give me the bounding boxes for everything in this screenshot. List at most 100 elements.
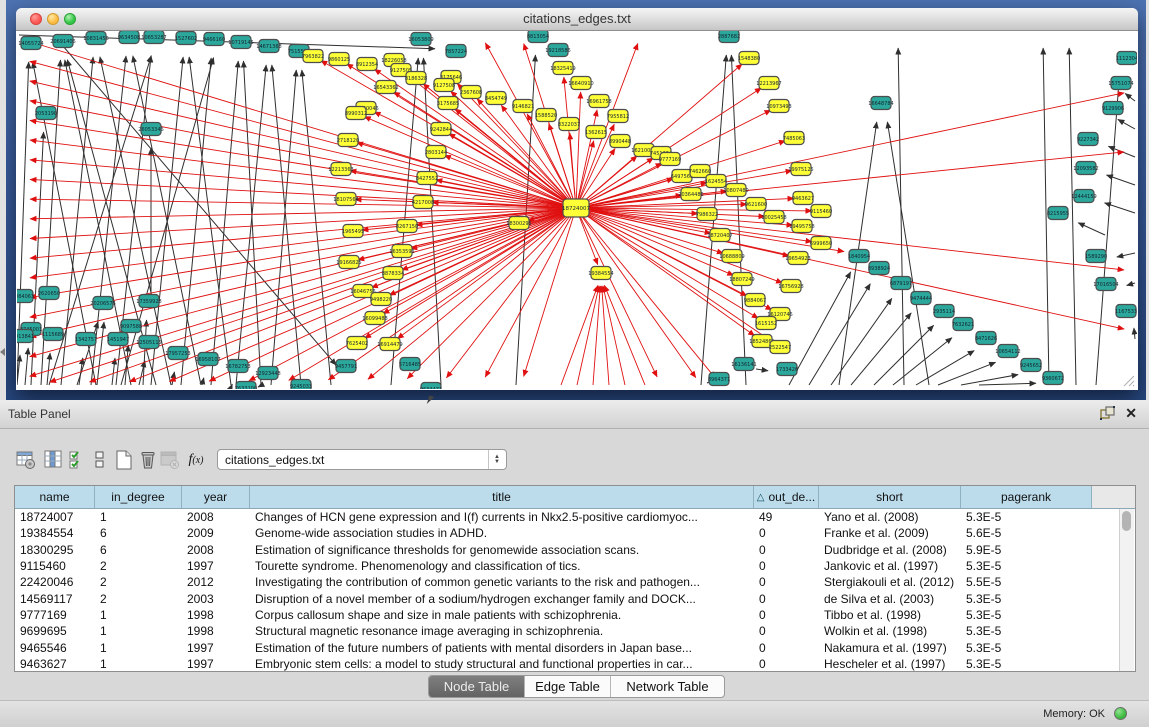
delete-table-icon[interactable] <box>158 448 182 472</box>
graph-node[interactable]: 18724007 <box>562 199 590 217</box>
graph-node[interactable]: 1167533 <box>1115 305 1137 318</box>
graph-node[interactable]: 8964371 <box>708 373 730 386</box>
graph-node[interactable]: 2718120 <box>337 134 359 147</box>
column-header-indegree[interactable]: in_degree <box>95 486 182 508</box>
graph-node[interactable]: 8267150 <box>396 220 418 233</box>
graph-node[interactable]: 2620650 <box>38 287 60 300</box>
graph-node[interactable]: 14671368 <box>256 40 281 53</box>
graph-node[interactable]: 1615152 <box>755 317 777 330</box>
graph-node[interactable]: 8990312 <box>345 107 367 120</box>
graph-node[interactable]: 9884067 <box>744 294 766 307</box>
graph-node[interactable]: 20691406 <box>50 35 75 48</box>
table-select-dropdown[interactable]: citations_edges.txt ▲▼ <box>217 449 507 470</box>
graph-node[interactable]: 16136141 <box>731 358 756 371</box>
graph-node[interactable]: 8215955 <box>1047 207 1069 220</box>
graph-node[interactable]: 16782753 <box>225 360 250 373</box>
graph-node[interactable]: 9360672 <box>1042 372 1064 385</box>
graph-node[interactable]: 1342757 <box>75 333 97 346</box>
table-settings-icon[interactable] <box>14 448 38 472</box>
function-builder-icon[interactable]: f(x) <box>184 448 208 472</box>
graph-node[interactable]: 7625402 <box>346 337 368 350</box>
table-row[interactable]: 2242004622012Investigating the contribut… <box>15 574 1135 590</box>
graph-node[interactable]: 2522547 <box>769 341 791 354</box>
window-resize-grip[interactable] <box>1121 373 1135 387</box>
table-row[interactable]: 977716911998Corpus callosum shape and si… <box>15 607 1135 623</box>
graph-node[interactable]: 9127508 <box>433 79 455 92</box>
graph-node[interactable]: 8454749 <box>485 92 507 105</box>
table-row[interactable]: 946362711997Embryonic stem cells: a mode… <box>15 656 1135 672</box>
graph-node[interactable]: 9129906 <box>1102 102 1124 115</box>
citation-graph[interactable]: 1405572420691406108314569634508106532871… <box>17 31 1137 389</box>
graph-node[interactable]: 10654112 <box>995 345 1020 358</box>
graph-node[interactable]: 12923448 <box>255 367 280 380</box>
graph-node[interactable]: 2887682 <box>718 31 740 43</box>
graph-node[interactable]: 9860125 <box>328 53 350 66</box>
graph-node[interactable]: 8938924 <box>868 262 890 275</box>
row-height-icon[interactable] <box>88 448 112 472</box>
graph-node[interactable]: 9146821 <box>512 100 534 113</box>
select-rows-icon[interactable] <box>66 448 90 472</box>
graph-node[interactable]: 12444159 <box>1071 190 1096 203</box>
graph-node[interactable]: 2935114 <box>933 305 955 318</box>
graph-node[interactable]: 19495758 <box>789 220 814 233</box>
column-header-pagerank[interactable]: pagerank <box>961 486 1092 508</box>
graph-node[interactable]: 9245652 <box>1020 359 1042 372</box>
graph-node[interactable]: 9457791 <box>335 360 357 373</box>
graph-node[interactable]: 17359928 <box>136 295 161 308</box>
graph-node[interactable]: 9621600 <box>745 198 767 211</box>
graph-node[interactable]: 7986322 <box>696 208 718 221</box>
delete-column-icon[interactable] <box>136 448 160 472</box>
graph-node[interactable]: 16640910 <box>568 77 593 90</box>
graph-node[interactable]: 12213967 <box>756 77 781 90</box>
graph-node[interactable]: 2053190 <box>35 107 57 120</box>
graph-node[interactable]: 9634508 <box>118 31 140 44</box>
graph-node[interactable]: 7955812 <box>607 110 629 123</box>
graph-node[interactable]: 10831456 <box>83 32 108 45</box>
graph-node[interactable]: 1589290 <box>1085 250 1107 263</box>
graph-node[interactable]: 9245033 <box>290 380 312 390</box>
graph-node[interactable]: 1527602 <box>175 32 197 45</box>
graph-node[interactable]: 9227342 <box>1077 133 1099 146</box>
graph-node[interactable]: 18107564 <box>333 193 358 206</box>
graph-node[interactable]: 1451947 <box>107 333 129 346</box>
graph-node[interactable]: 1624554 <box>705 175 727 188</box>
graph-node[interactable]: 7857224 <box>445 45 467 58</box>
graph-node[interactable]: 1112304 <box>1116 52 1137 65</box>
graph-node[interactable]: 10688809 <box>719 250 744 263</box>
graph-node[interactable]: 7963822 <box>302 50 324 63</box>
graph-node[interactable]: 16053809 <box>408 33 433 46</box>
graph-node[interactable]: 10719145 <box>228 36 253 49</box>
graph-node[interactable]: 6999650 <box>810 237 832 250</box>
graph-node[interactable]: 8990448 <box>609 135 631 148</box>
graph-node[interactable]: 9242844 <box>430 123 452 136</box>
graph-node[interactable]: 5716485 <box>399 358 421 371</box>
graph-node[interactable]: 8471626 <box>975 332 997 345</box>
graph-node[interactable]: 8878334 <box>382 267 404 280</box>
graph-node[interactable]: 10807480 <box>723 184 748 197</box>
graph-node[interactable]: 20206576 <box>90 297 115 310</box>
graph-node[interactable]: 12093582 <box>1073 162 1098 175</box>
graph-node[interactable]: 9115460 <box>810 205 832 218</box>
graph-node[interactable]: 9474444 <box>910 292 932 305</box>
graph-node[interactable]: 12505115 <box>136 336 161 349</box>
table-row[interactable]: 969969511998Structural magnetic resonanc… <box>15 623 1135 639</box>
graph-node[interactable]: 19654923 <box>785 252 810 265</box>
graph-node[interactable]: 16961758 <box>586 95 611 108</box>
network-window[interactable]: citations_edges.txt 14055724206914061083… <box>16 8 1138 390</box>
table-panel-titlebar[interactable]: Table Panel ✕ <box>0 400 1149 429</box>
graph-node[interactable]: 16099488 <box>362 312 387 325</box>
graph-node[interactable]: 14055724 <box>18 37 43 50</box>
graph-node[interactable]: 1362615 <box>585 126 607 139</box>
graph-node[interactable]: 18325419 <box>550 62 575 75</box>
table-row[interactable]: 1830029562008Estimation of significance … <box>15 542 1135 558</box>
graph-node[interactable]: 8186328 <box>405 72 427 85</box>
graph-node[interactable]: 1733426 <box>776 363 798 376</box>
graph-node[interactable]: 3175685 <box>437 97 459 110</box>
graph-node[interactable]: 16648784 <box>868 97 893 110</box>
graph-node[interactable]: 1115689 <box>42 328 64 341</box>
column-header-year[interactable]: year <box>182 486 250 508</box>
graph-node[interactable]: 9466160 <box>203 33 225 46</box>
graph-node[interactable]: 8427552 <box>416 172 438 185</box>
column-header-short[interactable]: short <box>819 486 961 508</box>
graph-node[interactable]: 8813054 <box>527 31 549 43</box>
